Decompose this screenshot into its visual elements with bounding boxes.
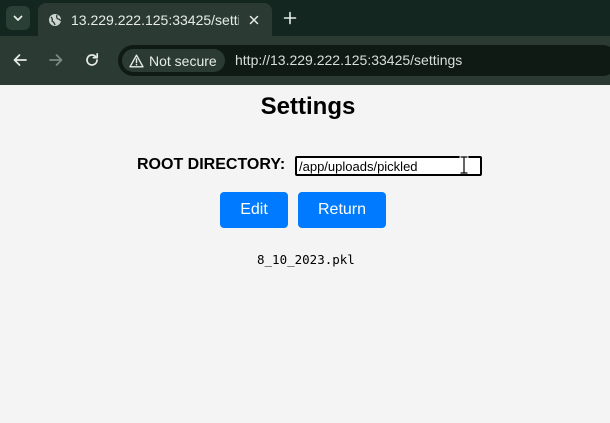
back-button[interactable] xyxy=(9,49,31,71)
page-title: Settings xyxy=(260,93,356,120)
close-icon[interactable] xyxy=(245,11,263,29)
security-chip[interactable]: Not secure xyxy=(122,49,225,72)
browser-chrome: 13.229.222.125:33425/settings xyxy=(0,0,610,85)
warning-icon xyxy=(128,53,144,69)
file-list-item: 8_10_2023.pkl xyxy=(257,252,355,267)
reload-icon xyxy=(86,52,99,66)
new-tab-button[interactable] xyxy=(280,8,300,28)
browser-toolbar: Not secure http://13.229.222.125:33425/s… xyxy=(0,36,610,85)
arrow-left-icon xyxy=(13,54,27,66)
globe-icon xyxy=(47,12,63,28)
plus-icon xyxy=(283,11,297,25)
address-bar[interactable]: Not secure http://13.229.222.125:33425/s… xyxy=(118,45,610,76)
edit-button[interactable]: Edit xyxy=(220,192,288,228)
return-button[interactable]: Return xyxy=(298,192,386,228)
arrow-right-icon xyxy=(49,54,63,66)
active-tab[interactable]: 13.229.222.125:33425/settings xyxy=(38,3,272,36)
root-directory-input[interactable] xyxy=(295,156,482,176)
chevron-down-icon xyxy=(13,15,23,21)
security-label: Not secure xyxy=(149,52,217,69)
reload-button[interactable] xyxy=(81,49,103,71)
root-directory-label: ROOT DIRECTORY: xyxy=(137,156,286,173)
tab-title: 13.229.222.125:33425/settings xyxy=(71,11,239,28)
tab-strip: 13.229.222.125:33425/settings xyxy=(0,0,610,36)
settings-page: Settings ROOT DIRECTORY: Edit Return 8_1… xyxy=(0,85,610,423)
forward-button[interactable] xyxy=(45,49,67,71)
url-text[interactable]: http://13.229.222.125:33425/settings xyxy=(235,52,462,68)
tab-list-button[interactable] xyxy=(6,6,30,30)
text-cursor-icon xyxy=(459,156,469,174)
